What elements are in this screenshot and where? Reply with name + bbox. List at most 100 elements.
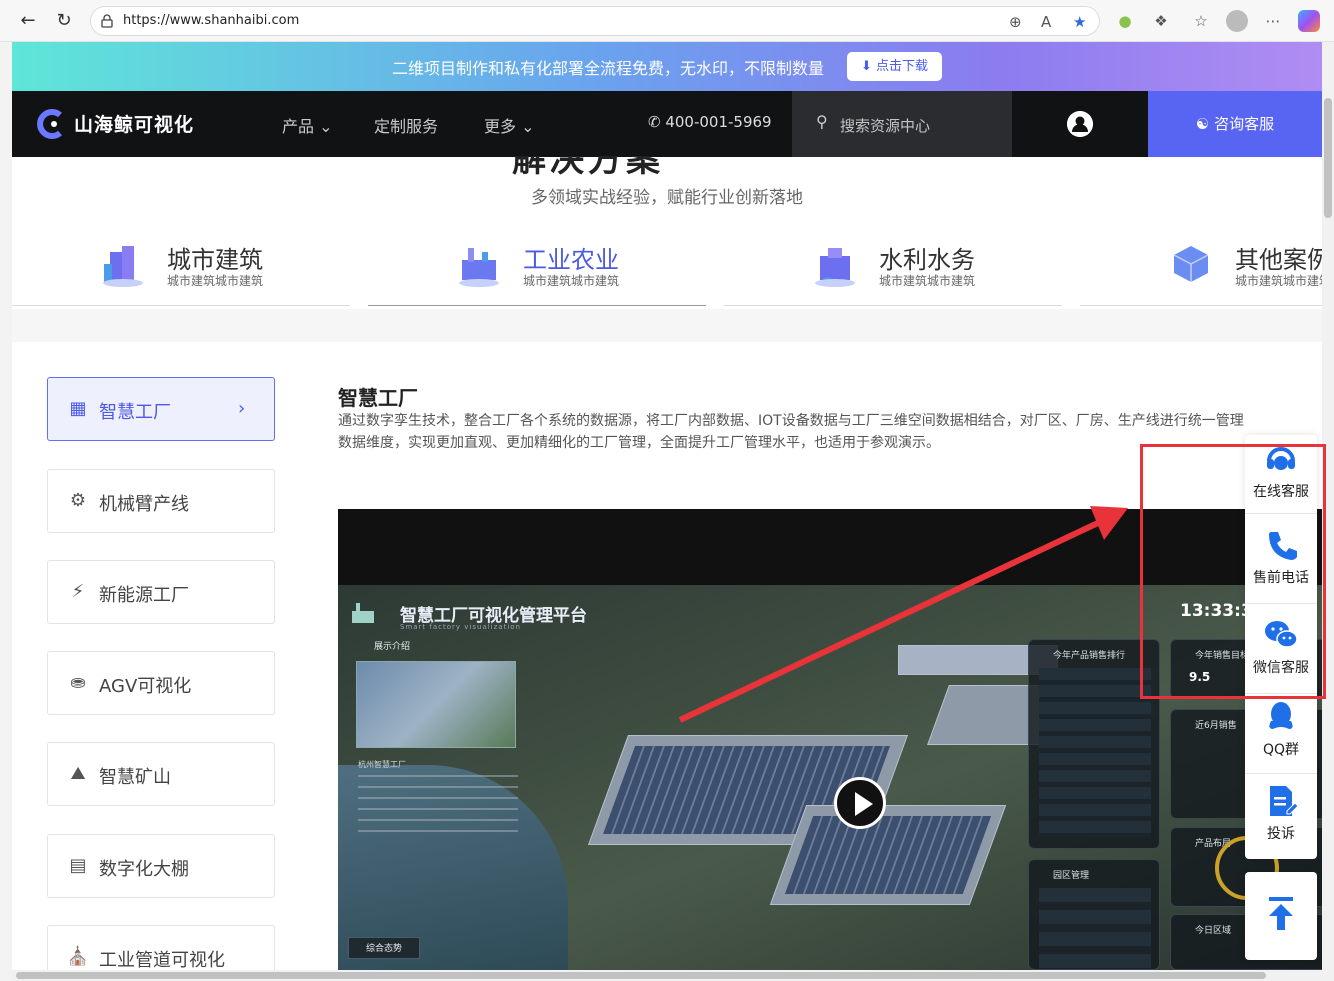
factory-icon xyxy=(459,248,499,287)
agv-icon: ⛂ xyxy=(70,672,86,693)
nav-custom-service[interactable]: 定制服务 xyxy=(374,113,438,137)
rank-rows xyxy=(1039,668,1151,838)
factory-building xyxy=(769,805,1007,905)
qq-group-button[interactable]: QQ群 xyxy=(1245,699,1317,759)
back-icon[interactable]: ← xyxy=(16,9,40,33)
extensions-icon[interactable]: ❖ xyxy=(1150,10,1172,32)
consult-button[interactable]: ☯ 咨询客服 xyxy=(1148,91,1322,157)
download-button[interactable]: ⬇ 点击下载 xyxy=(847,52,942,81)
park-rows xyxy=(1039,888,1151,968)
more-menu-icon[interactable]: ⋯ xyxy=(1262,10,1284,32)
greenhouse-icon: ▤ xyxy=(69,855,87,876)
intro-text-lines xyxy=(358,775,518,841)
robot-arm-icon: ⚙ xyxy=(69,490,87,511)
menu-label: 数字化大棚 xyxy=(99,859,189,880)
menu-item-smart-factory[interactable]: ▦ 智慧工厂 › xyxy=(47,377,275,441)
search-icon: ⚲ xyxy=(816,112,828,131)
extension-dot-icon[interactable]: ● xyxy=(1114,10,1136,32)
refresh-icon[interactable]: ↻ xyxy=(52,9,76,33)
divider xyxy=(12,305,350,306)
favorites-icon[interactable]: ☆ xyxy=(1190,10,1212,32)
overall-status-button: 综合态势 xyxy=(348,937,420,959)
category-title: 其他案例 xyxy=(1235,246,1322,274)
category-subtitle: 城市建筑城市建筑 xyxy=(523,274,620,288)
divider xyxy=(1245,773,1317,774)
address-bar[interactable]: https://www.shanhaibi.com ⊕ A ★ xyxy=(90,6,1100,36)
panel-title: 近6月销售 xyxy=(1195,721,1237,731)
intro-label: 展示介绍 xyxy=(374,642,411,652)
complaint-button[interactable]: 投诉 xyxy=(1245,783,1317,843)
factory-icon: ▦ xyxy=(69,398,87,419)
energy-icon: ⚡ xyxy=(71,581,85,602)
video-dashboard-subtitle: Smart factory visualization xyxy=(400,623,521,631)
menu-item-new-energy[interactable]: ⚡ 新能源工厂 xyxy=(47,560,275,624)
read-aloud-icon[interactable]: A xyxy=(1041,13,1051,31)
category-subtitle: 城市建筑城市建筑 xyxy=(167,274,264,288)
divider xyxy=(724,305,1062,306)
url-text: https://www.shanhaibi.com xyxy=(123,13,300,28)
logo-icon[interactable] xyxy=(36,109,66,139)
zoom-icon[interactable]: ⊕ xyxy=(1009,13,1022,31)
lock-icon xyxy=(101,14,113,28)
divider xyxy=(368,305,706,306)
annotation-highlight-box xyxy=(1140,444,1326,699)
category-tab-industry[interactable]: 工业农业 城市建筑城市建筑 xyxy=(368,232,708,308)
qq-icon xyxy=(1269,702,1293,729)
promo-banner: 二维项目制作和私有化部署全流程免费，无水印，不限制数量 ⬇ 点击下载 xyxy=(12,42,1322,91)
section-subtitle: 多领域实战经验，赋能行业创新落地 xyxy=(531,188,803,208)
category-tab-city[interactable]: 城市建筑 城市建筑城市建筑 xyxy=(12,232,352,308)
panel-title: 今年产品销售排行 xyxy=(1053,651,1126,661)
category-tab-other[interactable]: 其他案例 城市建筑城市建筑 xyxy=(1080,232,1322,308)
logo-text[interactable]: 山海鲸可视化 xyxy=(74,110,194,137)
search-placeholder: 搜索资源中心 xyxy=(840,117,931,135)
nav-more[interactable]: 更多 ⌄ xyxy=(484,113,535,137)
content-title: 智慧工厂 xyxy=(338,386,418,410)
intro-name: 杭州智慧工厂 xyxy=(358,760,406,769)
category-subtitle: 城市建筑城市建筑 xyxy=(1235,274,1322,288)
section-divider-band xyxy=(12,309,1322,342)
cube-icon xyxy=(1173,246,1209,282)
description-line: 通过数字孪生技术，整合工厂各个系统的数据源，将工厂内部数据、IOT设备数据与工厂… xyxy=(338,413,1244,429)
menu-item-smart-mine[interactable]: ⛰ 智慧矿山 xyxy=(47,742,275,806)
back-to-top-button[interactable] xyxy=(1245,872,1317,960)
divider xyxy=(1080,305,1322,306)
favorite-star-icon[interactable]: ★ xyxy=(1073,13,1086,31)
menu-item-agv[interactable]: ⛂ AGV可视化 xyxy=(47,651,275,715)
play-icon xyxy=(855,792,873,816)
menu-item-pipeline[interactable]: ⛪ 工业管道可视化 xyxy=(47,925,275,970)
category-title: 水利水务 xyxy=(879,246,975,274)
menu-label: 智慧工厂 xyxy=(99,402,171,423)
category-subtitle: 城市建筑城市建筑 xyxy=(879,274,976,288)
promo-text: 二维项目制作和私有化部署全流程免费，无水印，不限制数量 xyxy=(392,59,825,78)
panel-title: 今日区域 xyxy=(1195,926,1232,936)
menu-item-greenhouse[interactable]: ▤ 数字化大棚 xyxy=(47,834,275,898)
city-building-icon xyxy=(103,246,143,287)
menu-label: 智慧矿山 xyxy=(99,767,171,788)
panel-title: 园区管理 xyxy=(1053,871,1090,881)
copilot-icon[interactable] xyxy=(1298,10,1320,32)
menu-label: 机械臂产线 xyxy=(99,494,189,515)
category-title: 城市建筑 xyxy=(167,246,263,274)
profile-avatar-icon[interactable] xyxy=(1226,10,1248,32)
search-box[interactable]: ⚲ 搜索资源中心 xyxy=(792,91,1012,157)
scroll-thumb[interactable] xyxy=(16,972,1266,979)
category-tab-water[interactable]: 水利水务 城市建筑城市建筑 xyxy=(724,232,1064,308)
nav-products[interactable]: 产品 ⌄ xyxy=(282,113,333,137)
play-button[interactable] xyxy=(834,777,886,829)
complaint-icon xyxy=(1270,786,1299,816)
arrow-up-icon xyxy=(1269,897,1293,930)
menu-label: 新能源工厂 xyxy=(99,585,189,606)
phone-number[interactable]: ✆ 400-001-5969 xyxy=(648,113,772,131)
float-label: QQ群 xyxy=(1262,742,1300,758)
user-avatar-icon[interactable] xyxy=(1067,111,1093,137)
menu-label: 工业管道可视化 xyxy=(99,950,225,970)
horizontal-scrollbar[interactable] xyxy=(12,970,1322,981)
browser-toolbar: ← ↻ https://www.shanhaibi.com ⊕ A ★ ● ❖ … xyxy=(0,0,1334,42)
intro-thumbnail xyxy=(356,661,516,748)
scroll-thumb[interactable] xyxy=(1324,98,1332,218)
water-dam-icon xyxy=(815,248,855,287)
chevron-right-icon: › xyxy=(238,398,246,419)
page-viewport: 二维项目制作和私有化部署全流程免费，无水印，不限制数量 ⬇ 点击下载 山海鲸可视… xyxy=(12,42,1322,970)
menu-label: AGV可视化 xyxy=(99,676,192,697)
menu-item-robot-arm[interactable]: ⚙ 机械臂产线 xyxy=(47,469,275,533)
